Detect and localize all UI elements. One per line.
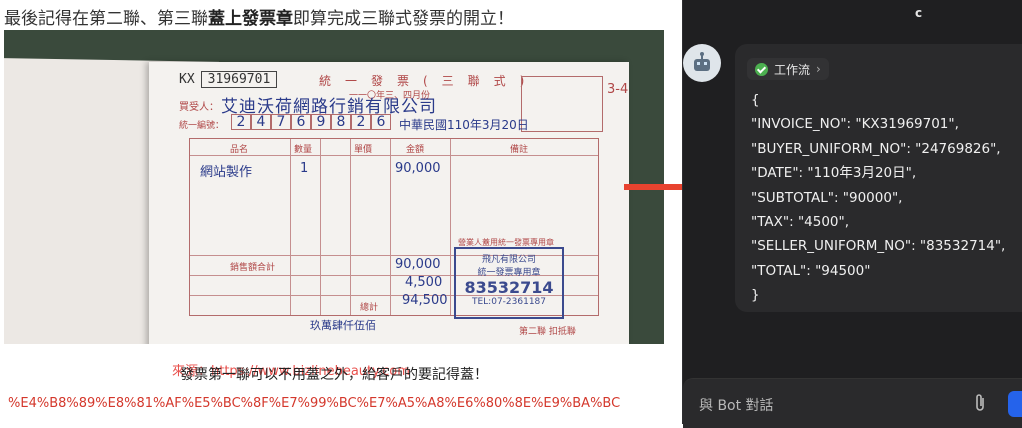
seller-stamp: 飛凡有限公司 統一發票專用章 83532714 TEL:07-2361187 bbox=[454, 247, 564, 319]
buyer-stamp-box bbox=[521, 76, 603, 132]
paperclip-icon[interactable] bbox=[973, 393, 987, 418]
col-header-name: 品名 bbox=[230, 145, 249, 155]
json-line: "SUBTOTAL": "90000", bbox=[751, 189, 903, 206]
workflow-label: 工作流 bbox=[774, 62, 811, 77]
json-line: "INVOICE_NO": "KX31969701", bbox=[751, 116, 959, 133]
uid-digit: 9 bbox=[311, 114, 331, 130]
uid-digit: 6 bbox=[371, 114, 391, 130]
check-circle-icon bbox=[755, 62, 768, 76]
json-line: { bbox=[751, 92, 760, 108]
chat-panel: c 工作流 › { "INVOICE_NO": "KX31969701", "BUY… bbox=[682, 0, 1022, 428]
chinese-total: 玖萬肆仟伍佰 bbox=[310, 319, 376, 332]
uid-digit: 4 bbox=[251, 114, 271, 130]
copy-number: 3-4 bbox=[607, 82, 629, 97]
item-qty: 1 bbox=[300, 161, 309, 176]
uid-digit: 7 bbox=[271, 114, 291, 130]
workflow-toggle[interactable]: 工作流 › bbox=[747, 58, 829, 80]
buyer-label: 買受人： bbox=[179, 102, 219, 113]
buyer-uid-boxes: 24769826 bbox=[231, 114, 391, 130]
invoice-date: 中華民國110年3月20日 bbox=[399, 118, 529, 132]
json-line: "TOTAL": "94500" bbox=[751, 262, 871, 279]
chat-input-placeholder[interactable]: 與 Bot 對話 bbox=[699, 395, 774, 415]
col-header-remark: 備註 bbox=[510, 145, 529, 155]
invoice-table: 品名 數量 單價 金額 備註 網站製作 1 90,000 銷售額合計 90,00… bbox=[189, 138, 599, 332]
heading-bold: 蓋上發票章 bbox=[208, 9, 293, 29]
invoice-photo: KX 31969701 統一發票(三聯式) 3-4 一一〇年三、四月份 買受人： … bbox=[4, 30, 664, 344]
bot-message-bubble: 工作流 › { "INVOICE_NO": "KX31969701", "BUYER… bbox=[735, 44, 1022, 312]
total-value: 94,500 bbox=[402, 293, 448, 308]
copy-footer: 第二聯 扣抵聯 bbox=[519, 327, 576, 337]
item-name: 網站製作 bbox=[200, 165, 253, 180]
uid-label: 統一編號： bbox=[179, 121, 225, 131]
uid-digit: 2 bbox=[231, 114, 251, 130]
col-header-price: 單價 bbox=[354, 145, 373, 155]
json-line: "BUYER_UNIFORM_NO": "24769826", bbox=[751, 140, 1001, 157]
article-panel: 最後記得在第二聯、第三聯蓋上發票章即算完成三聯式發票的開立！ KX 3196970… bbox=[0, 0, 666, 424]
invoice-form-title: 統一發票(三聯式) bbox=[319, 74, 539, 88]
col-header-qty: 數量 bbox=[294, 145, 313, 155]
chevron-right-icon: › bbox=[816, 62, 821, 76]
stamp-name: 飛凡有限公司 bbox=[481, 255, 536, 265]
chat-input-bar[interactable]: 與 Bot 對話 bbox=[683, 378, 1022, 428]
item-amount: 90,000 bbox=[395, 161, 441, 176]
image-caption: 發票第一聯可以不用蓋之外，給客戶的要記得蓋！ bbox=[180, 367, 488, 383]
heading-prefix: 最後記得在第二聯、第三聯 bbox=[4, 9, 208, 29]
json-line: "SELLER_UNIFORM_NO": "83532714", bbox=[751, 238, 1006, 255]
uid-digit: 8 bbox=[331, 114, 351, 130]
invoice-sheet: KX 31969701 統一發票(三聯式) 3-4 一一〇年三、四月份 買受人： … bbox=[149, 62, 629, 344]
subtotal-label: 銷售額合計 bbox=[230, 263, 276, 273]
col-header-amount: 金額 bbox=[406, 145, 425, 155]
total-label: 總計 bbox=[360, 303, 379, 313]
stamp-tel: TEL:07-2361187 bbox=[471, 297, 546, 307]
uid-digit: 6 bbox=[291, 114, 311, 130]
stamp-line-1: 統一發票專用章 bbox=[477, 268, 541, 278]
subtotal-value: 90,000 bbox=[395, 257, 441, 272]
invoice-number: KX 31969701 bbox=[179, 71, 278, 88]
json-line: } bbox=[751, 287, 760, 304]
tax-value: 4,500 bbox=[405, 275, 443, 290]
json-line: "DATE": "110年3月20日", bbox=[751, 165, 917, 182]
article-heading: 最後記得在第二聯、第三聯蓋上發票章即算完成三聯式發票的開立！ bbox=[4, 4, 514, 29]
json-output: { "INVOICE_NO": "KX31969701", "BUYER_UNIFO… bbox=[751, 88, 1005, 308]
robot-avatar-icon bbox=[683, 44, 721, 82]
stamp-uid: 83532714 bbox=[464, 278, 554, 297]
uid-digit: 2 bbox=[351, 114, 371, 130]
send-icon[interactable] bbox=[1008, 391, 1022, 417]
top-letter: c bbox=[915, 6, 923, 20]
heading-suffix: 即算完成三聯式發票的開立！ bbox=[293, 9, 514, 29]
json-line: "TAX": "4500", bbox=[751, 214, 850, 231]
encoded-url-text[interactable]: %E4%B8%89%E8%81%AF%E5%BC%8F%E7%99%BC%E7%… bbox=[8, 396, 620, 411]
